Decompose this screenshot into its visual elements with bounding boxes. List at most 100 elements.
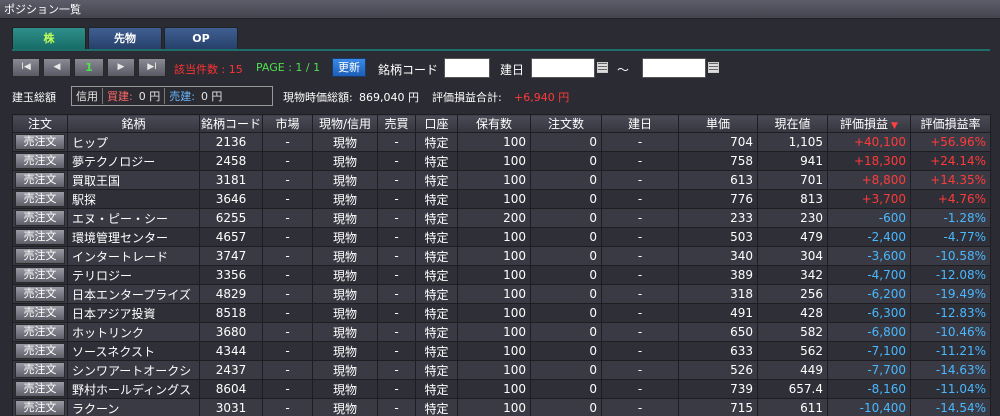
cell-qty: 100	[457, 189, 531, 209]
order-cell: 売注文	[12, 227, 68, 247]
calendar-icon[interactable]	[597, 62, 608, 73]
cell-market: -	[262, 284, 313, 304]
cell-price: 715	[678, 398, 758, 416]
cell-order-qty: 0	[530, 360, 602, 380]
market-value-label: 現物時価総額:	[283, 91, 353, 104]
column-header-label: 保有数	[475, 117, 512, 131]
cell-name: ラクーン	[67, 398, 200, 416]
cell-pl: -8,160	[827, 379, 911, 399]
cell-type: 現物	[312, 189, 378, 209]
cell-order-qty: 0	[530, 265, 602, 285]
cell-side: -	[377, 132, 416, 152]
column-header[interactable]: 売買	[377, 114, 416, 133]
cell-pl-rate: -11.04%	[910, 379, 991, 399]
sell-order-button[interactable]: 売注文	[15, 134, 65, 150]
date-to-input[interactable]	[642, 58, 706, 78]
column-header[interactable]: 評価損益率	[910, 114, 991, 133]
cell-date: -	[601, 227, 679, 247]
cell-code: 8518	[199, 303, 263, 323]
column-header[interactable]: 現在値	[757, 114, 828, 133]
table-row: 売注文 買取王国 3181- 現物 - 特定 100 0-613 701 +8,800 +14.35…	[12, 170, 991, 190]
column-header[interactable]: 口座	[415, 114, 458, 133]
sell-order-button[interactable]: 売注文	[15, 267, 65, 283]
sell-order-button[interactable]: 売注文	[15, 153, 65, 169]
column-header[interactable]: 注文数	[530, 114, 602, 133]
cell-code: 4344	[199, 341, 263, 361]
sell-order-button[interactable]: 売注文	[15, 248, 65, 264]
cell-order-qty: 0	[530, 303, 602, 323]
cell-price: 739	[678, 379, 758, 399]
date-from-input[interactable]	[531, 58, 595, 78]
column-header-label: 建日	[627, 117, 652, 131]
tab-futures[interactable]: 先物	[88, 27, 162, 49]
calendar-icon[interactable]	[708, 62, 719, 73]
cell-date: -	[601, 398, 679, 416]
cell-code: 8604	[199, 379, 263, 399]
sell-order-button[interactable]: 売注文	[15, 362, 65, 378]
column-header[interactable]: 銘柄コード	[199, 114, 263, 133]
sell-order-button[interactable]: 売注文	[15, 229, 65, 245]
order-cell: 売注文	[12, 284, 68, 304]
refresh-button[interactable]: 更新	[332, 58, 366, 77]
tab-options[interactable]: OP	[164, 27, 238, 49]
cell-pl: +18,300	[827, 151, 911, 171]
cell-pl-rate: -10.58%	[910, 246, 991, 266]
cell-date: -	[601, 379, 679, 399]
cell-date: -	[601, 265, 679, 285]
sell-order-button[interactable]: 売注文	[15, 172, 65, 188]
tab-divider	[12, 49, 990, 51]
first-page-button[interactable]: I◀	[12, 58, 40, 77]
cell-price: 233	[678, 208, 758, 228]
cell-type: 現物	[312, 265, 378, 285]
cell-market: -	[262, 151, 313, 171]
cell-market: -	[262, 265, 313, 285]
prev-page-button[interactable]: ◀	[43, 58, 71, 77]
sell-order-button[interactable]: 売注文	[15, 305, 65, 321]
cell-name: 日本エンタープライズ	[67, 284, 200, 304]
sell-order-button[interactable]: 売注文	[15, 343, 65, 359]
cell-type: 現物	[312, 322, 378, 342]
cell-order-qty: 0	[530, 398, 602, 416]
code-input[interactable]	[444, 58, 490, 78]
column-header[interactable]: 単価	[678, 114, 758, 133]
cell-price: 526	[678, 360, 758, 380]
column-header-label: 評価損益率	[920, 117, 981, 131]
cell-account: 特定	[415, 379, 458, 399]
cell-qty: 100	[457, 303, 531, 323]
column-header[interactable]: 保有数	[457, 114, 531, 133]
sell-order-button[interactable]: 売注文	[15, 286, 65, 302]
column-header[interactable]: 現物/信用	[312, 114, 378, 133]
cell-qty: 100	[457, 322, 531, 342]
cell-order-qty: 0	[530, 322, 602, 342]
sell-order-button[interactable]: 売注文	[15, 324, 65, 340]
cell-current: 701	[757, 170, 828, 190]
sell-order-button[interactable]: 売注文	[15, 210, 65, 226]
cell-qty: 100	[457, 265, 531, 285]
cell-pl: -6,200	[827, 284, 911, 304]
column-header[interactable]: 評価損益 ▼	[827, 114, 911, 133]
sell-order-button[interactable]: 売注文	[15, 191, 65, 207]
tab-stocks[interactable]: 株	[12, 27, 86, 50]
sell-order-button[interactable]: 売注文	[15, 381, 65, 397]
column-header[interactable]: 注文	[12, 114, 68, 133]
next-page-button[interactable]: ▶	[107, 58, 135, 77]
cell-side: -	[377, 246, 416, 266]
cell-order-qty: 0	[530, 341, 602, 361]
column-header-label: 現物/信用	[318, 117, 372, 131]
column-header[interactable]: 建日	[601, 114, 679, 133]
cell-date: -	[601, 170, 679, 190]
table-row: 売注文 夢テクノロジー 2458- 現物 - 特定 100 0-758 941 +18,300 +2…	[12, 151, 991, 171]
cell-qty: 100	[457, 170, 531, 190]
order-cell: 売注文	[12, 189, 68, 209]
column-header[interactable]: 銘柄	[67, 114, 200, 133]
sell-order-button[interactable]: 売注文	[15, 400, 65, 416]
sell-label: 売建:	[169, 90, 195, 103]
code-label: 銘柄コード	[378, 63, 439, 77]
cell-date: -	[601, 360, 679, 380]
last-page-button[interactable]: ▶I	[138, 58, 166, 77]
cell-pl-rate: -1.28%	[910, 208, 991, 228]
cell-date: -	[601, 132, 679, 152]
cell-current: 449	[757, 360, 828, 380]
cell-pl: -6,300	[827, 303, 911, 323]
column-header[interactable]: 市場	[262, 114, 313, 133]
